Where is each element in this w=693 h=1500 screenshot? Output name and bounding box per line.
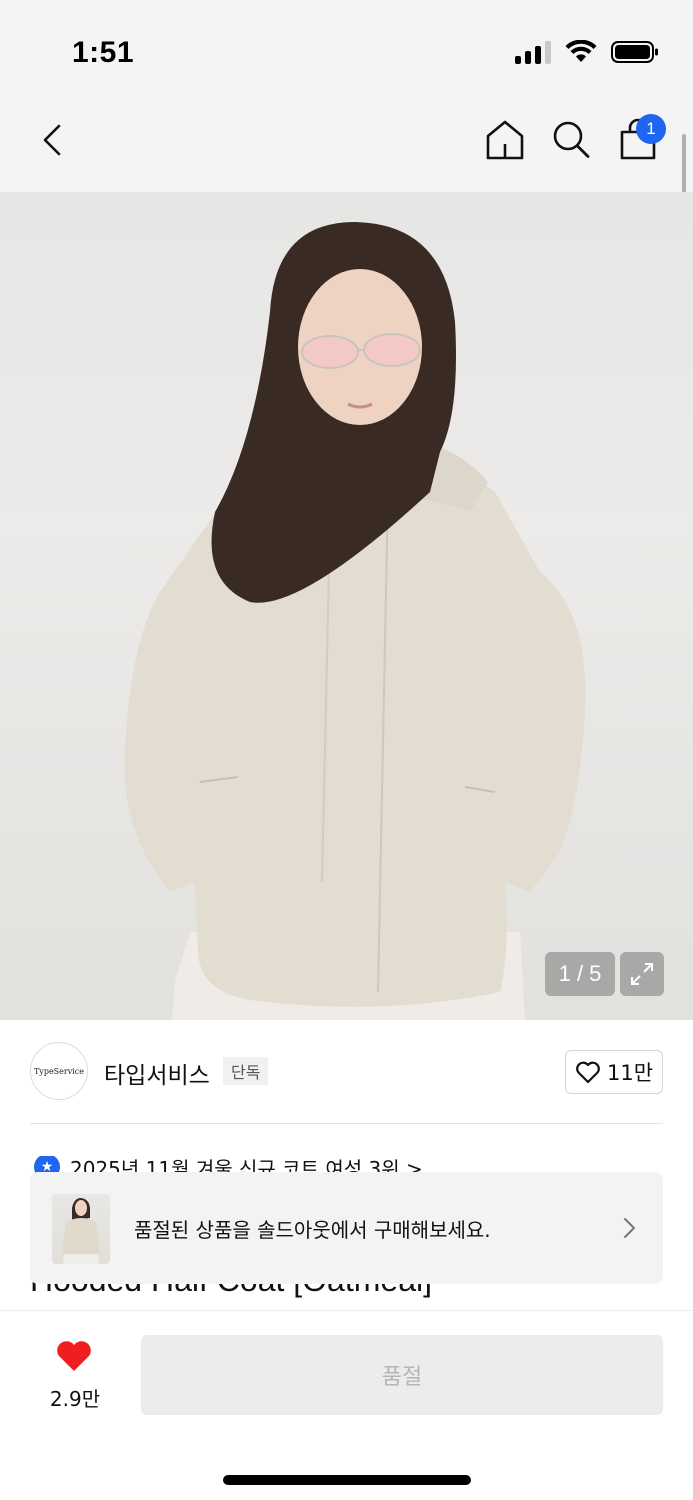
wishlist-count: 2.9만 bbox=[49, 1387, 101, 1411]
exclusive-tag: 단독 bbox=[223, 1057, 269, 1085]
search-button[interactable] bbox=[550, 118, 592, 162]
home-button[interactable] bbox=[484, 118, 526, 162]
bottom-action-bar: 2.9만 품절 bbox=[0, 1310, 693, 1500]
back-chevron-icon bbox=[43, 124, 61, 156]
status-bar: 1:51 bbox=[0, 0, 693, 100]
wifi-icon bbox=[565, 40, 597, 62]
brand-logo[interactable]: TypeService bbox=[30, 1042, 88, 1100]
heart-outline-icon bbox=[576, 1061, 600, 1084]
image-counter: 1 / 5 bbox=[545, 952, 615, 996]
heart-filled-icon[interactable] bbox=[55, 1339, 93, 1373]
divider bbox=[30, 1123, 663, 1124]
status-icons bbox=[515, 40, 659, 64]
status-time: 1:51 bbox=[72, 36, 135, 69]
home-indicator bbox=[223, 1475, 471, 1485]
brand-like-count: 11만 bbox=[606, 1061, 654, 1085]
search-icon bbox=[553, 121, 590, 158]
product-thumbnail bbox=[52, 1194, 110, 1264]
soldout-banner-text: 품절된 상품을 솔드아웃에서 구매해보세요. bbox=[134, 1218, 491, 1242]
back-button[interactable] bbox=[34, 120, 74, 160]
home-icon bbox=[486, 120, 524, 160]
top-nav-bar: 1 bbox=[0, 100, 693, 192]
brand-row: TypeService 타입서비스 단독 11만 bbox=[0, 1020, 693, 1124]
cart-count-badge: 1 bbox=[636, 114, 666, 144]
brand-like-button[interactable]: 11만 bbox=[565, 1050, 663, 1094]
cart-button[interactable]: 1 bbox=[616, 114, 666, 162]
soldout-button[interactable]: 품절 bbox=[141, 1335, 663, 1415]
model-photo bbox=[124, 222, 586, 1020]
cellular-signal-icon bbox=[515, 40, 551, 64]
expand-icon bbox=[631, 963, 653, 985]
battery-icon bbox=[611, 41, 658, 63]
product-image[interactable] bbox=[0, 192, 693, 1020]
soldout-banner[interactable]: 품절된 상품을 솔드아웃에서 구매해보세요. bbox=[30, 1172, 663, 1284]
chevron-right-icon bbox=[624, 1218, 635, 1238]
expand-image-button[interactable] bbox=[620, 952, 664, 996]
brand-name[interactable]: 타입서비스 bbox=[104, 1056, 210, 1090]
